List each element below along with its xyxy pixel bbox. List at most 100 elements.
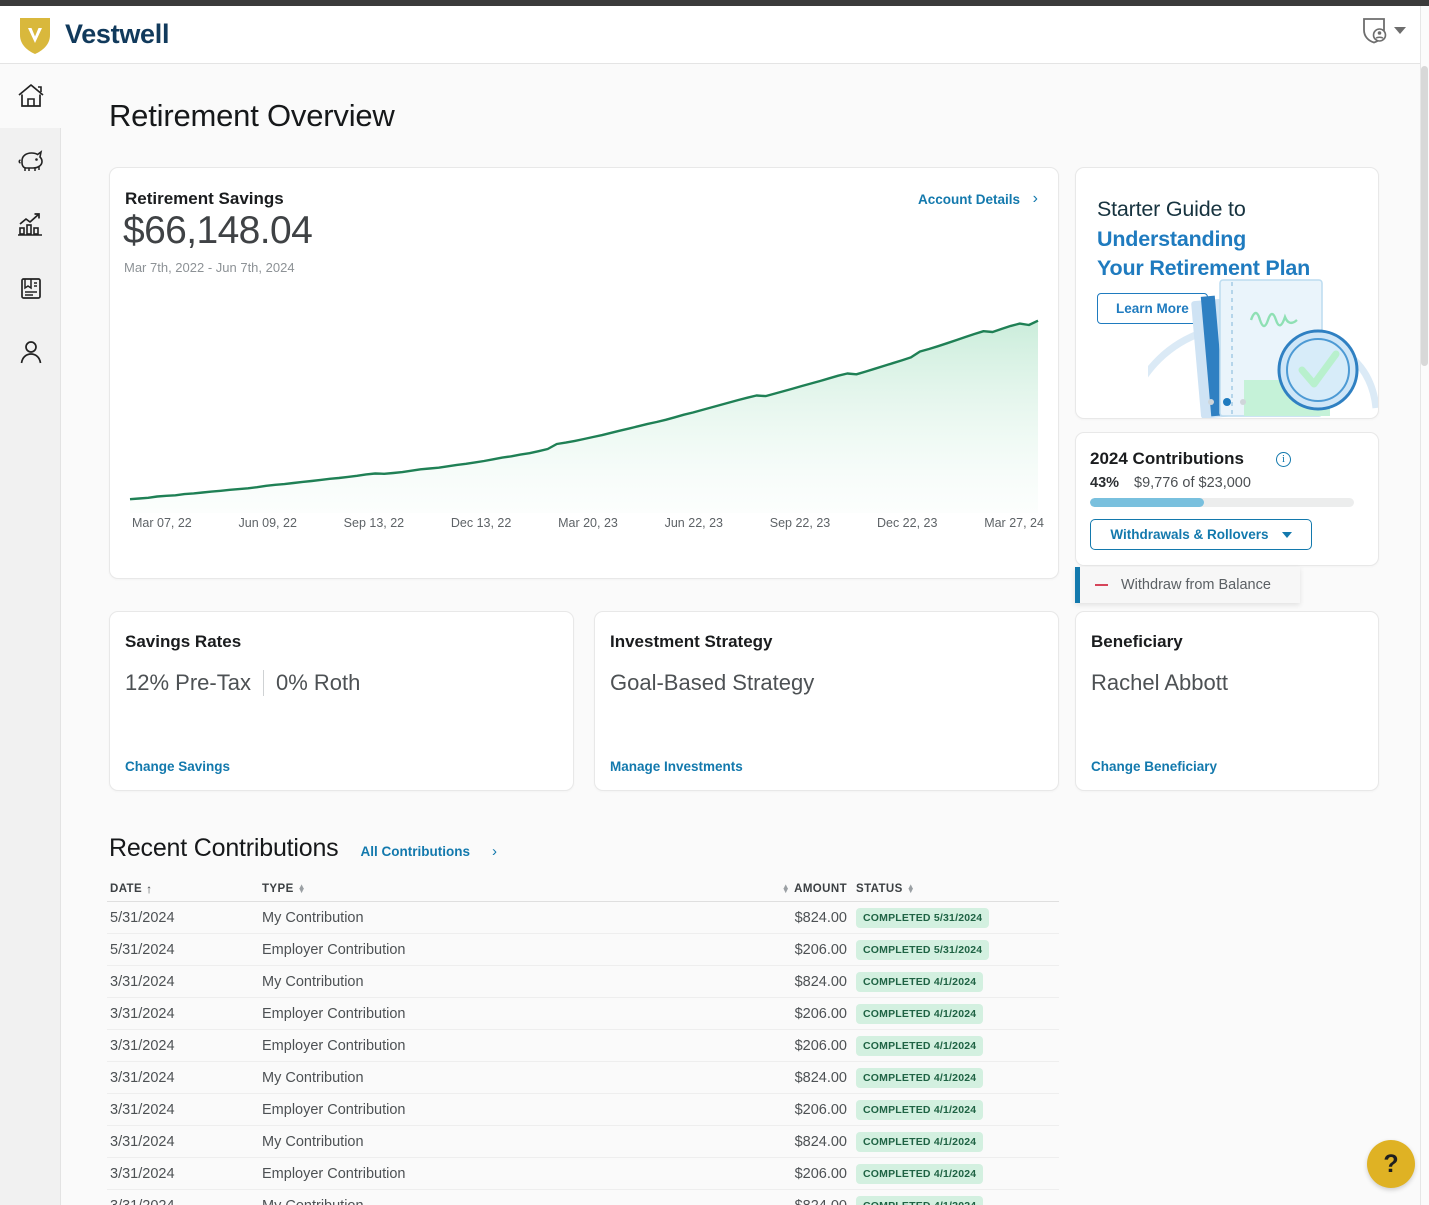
carousel-dot-active[interactable] xyxy=(1223,398,1231,406)
brand-logo[interactable]: Vestwell xyxy=(18,15,169,55)
promo-title-line1: Starter Guide to xyxy=(1097,197,1246,221)
sidebar-item-performance[interactable] xyxy=(0,192,61,256)
cell-type: My Contribution xyxy=(262,1133,364,1150)
card-title: Beneficiary xyxy=(1091,632,1183,651)
chevron-down-icon xyxy=(1281,531,1292,538)
status-badge: COMPLETED 4/1/2024 xyxy=(856,1035,984,1056)
document-news-icon xyxy=(16,273,46,303)
x-tick: Mar 27, 24 xyxy=(984,516,1044,530)
table-body: 5/31/2024 My Contribution $824.00 COMPLETED… xyxy=(107,902,1059,1205)
cell-date: 3/31/2024 xyxy=(110,1005,175,1022)
status-badge: COMPLETED 4/1/2024 xyxy=(856,1003,984,1024)
table-row[interactable]: 3/31/2024 Employer Contribution $206.00 COM… xyxy=(107,1094,1059,1126)
all-contributions-link[interactable]: All Contributions xyxy=(360,844,469,863)
cell-type: Employer Contribution xyxy=(262,1037,406,1054)
table-row[interactable]: 5/31/2024 Employer Contribution $206.00 COM… xyxy=(107,934,1059,966)
carousel-dot[interactable] xyxy=(1208,399,1214,405)
manage-investments-link[interactable]: Manage Investments xyxy=(610,759,743,774)
x-tick: Dec 22, 23 xyxy=(876,516,938,530)
withdrawals-rollovers-dropdown[interactable]: Withdrawals & Rollovers xyxy=(1090,519,1312,550)
column-header-type[interactable]: TYPE ▲ ▼ xyxy=(262,882,712,895)
cell-date: 3/31/2024 xyxy=(110,1165,175,1182)
column-header-amount[interactable]: ▲ ▼ AMOUNT xyxy=(712,881,847,895)
contribution-progress-label: $9,776 of $23,000 xyxy=(1134,475,1251,491)
shield-user-icon[interactable] xyxy=(1361,16,1387,44)
chart-growth-icon xyxy=(16,209,46,239)
scrollbar-thumb[interactable] xyxy=(1421,66,1428,366)
sidebar-item-home[interactable] xyxy=(0,64,61,128)
withdrawals-dropdown-menu: Withdraw from Balance xyxy=(1075,567,1300,603)
sidebar xyxy=(0,64,61,1205)
status-badge: COMPLETED 4/1/2024 xyxy=(856,1163,984,1184)
minus-icon xyxy=(1095,584,1108,586)
sort-arrows-icon: ▲ ▼ xyxy=(781,881,791,895)
table-row[interactable]: 5/31/2024 My Contribution $824.00 COMPLETED… xyxy=(107,902,1059,934)
promo-card[interactable]: Starter Guide to Understanding Your Reti… xyxy=(1075,167,1379,419)
cell-type: Employer Contribution xyxy=(262,1165,406,1182)
cell-type: Employer Contribution xyxy=(262,1101,406,1118)
document-checkmark-illustration-icon xyxy=(1124,258,1378,418)
card-title: Savings Rates xyxy=(125,632,242,651)
cell-status: COMPLETED 5/31/2024 xyxy=(847,907,1059,928)
table-row[interactable]: 3/31/2024My Contribution$824.00COMPLETED… xyxy=(107,1062,1059,1094)
chart-x-axis-labels: Mar 07, 22 Jun 09, 22 Sep 13, 22 Dec 13,… xyxy=(132,516,1044,530)
cell-status: COMPLETED 4/1/2024 xyxy=(847,971,1059,992)
sidebar-item-savings[interactable] xyxy=(0,128,61,192)
sidebar-item-profile[interactable] xyxy=(0,320,61,384)
column-label: AMOUNT xyxy=(794,882,847,895)
divider xyxy=(262,670,264,696)
cell-status: COMPLETED 4/1/2024 xyxy=(847,1003,1059,1024)
cell-type: My Contribution xyxy=(262,1198,712,1205)
chevron-right-icon[interactable]: › xyxy=(492,843,497,863)
carousel-dots[interactable] xyxy=(1208,398,1246,406)
chevron-right-icon[interactable]: › xyxy=(1033,190,1038,208)
help-button[interactable]: ? xyxy=(1367,1140,1415,1188)
account-details-link[interactable]: Account Details xyxy=(918,192,1020,207)
cell-date: 3/31/2024 xyxy=(110,1133,175,1150)
cell-status: COMPLETED 5/31/2024 xyxy=(847,939,1059,960)
change-savings-link[interactable]: Change Savings xyxy=(125,759,230,774)
cell-date: 3/31/2024 xyxy=(107,1198,262,1205)
change-beneficiary-link[interactable]: Change Beneficiary xyxy=(1091,759,1217,774)
contribution-percent: 43% xyxy=(1090,475,1120,491)
page-scrollbar[interactable] xyxy=(1420,6,1429,1205)
retirement-savings-card: Retirement Savings $66,148.04 Mar 7th, 2… xyxy=(109,167,1059,579)
table-row[interactable]: 3/31/2024My Contribution$824.00COMPLETED… xyxy=(107,1126,1059,1158)
menu-item-withdraw-from-balance[interactable]: Withdraw from Balance xyxy=(1121,577,1271,593)
x-tick: Sep 13, 22 xyxy=(343,516,405,530)
piggy-bank-icon xyxy=(16,145,46,175)
cell-date: 3/31/2024 xyxy=(110,973,175,990)
header-account-menu[interactable] xyxy=(1361,16,1406,44)
info-icon[interactable]: i xyxy=(1276,452,1291,467)
cell-status: COMPLETED 4/1/2024 xyxy=(847,1035,1059,1056)
x-tick: Sep 22, 23 xyxy=(769,516,831,530)
x-tick: Jun 22, 23 xyxy=(664,516,723,530)
status-badge: COMPLETED 4/1/2024 xyxy=(856,1195,984,1205)
column-label: STATUS xyxy=(856,882,903,895)
person-icon xyxy=(16,337,46,367)
table-row[interactable]: 3/31/2024My Contribution$824.00COMPLETED… xyxy=(107,966,1059,998)
chart-svg xyxy=(129,319,1039,513)
chevron-down-icon[interactable] xyxy=(1394,26,1406,34)
contributions-table: DATE ↑ TYPE ▲ ▼ ▲ ▼ AMOUNT STATUS ▲ ▼ 5/31/… xyxy=(107,876,1059,1205)
home-icon xyxy=(16,81,46,111)
brand-name: Vestwell xyxy=(65,19,170,49)
savings-date-range: Mar 7th, 2022 - Jun 7th, 2024 xyxy=(124,260,295,275)
table-row[interactable]: 3/31/2024My Contribution$824.00COMPLETED… xyxy=(107,1190,1059,1205)
table-row[interactable]: 3/31/2024 Employer Contribution $206.00 COM… xyxy=(107,1030,1059,1062)
cell-amount: $824.00 xyxy=(794,1069,847,1086)
sort-arrows-icon: ▲ ▼ xyxy=(906,881,916,895)
arrow-up-icon: ↑ xyxy=(146,881,153,896)
column-header-date[interactable]: DATE ↑ xyxy=(107,882,262,896)
x-tick: Mar 07, 22 xyxy=(132,516,192,530)
savings-rates-value: 12% Pre-Tax 0% Roth xyxy=(125,670,360,696)
table-row[interactable]: 3/31/2024 Employer Contribution $206.00 COM… xyxy=(107,1158,1059,1190)
contributions-card: 2024 Contributions i 43% $9,776 of $23,0… xyxy=(1075,432,1379,566)
column-header-status[interactable]: STATUS ▲ ▼ xyxy=(847,881,1059,895)
sidebar-item-documents[interactable] xyxy=(0,256,61,320)
cell-type: My Contribution xyxy=(262,1069,364,1086)
carousel-dot[interactable] xyxy=(1240,399,1246,405)
status-badge: COMPLETED 4/1/2024 xyxy=(856,1131,984,1152)
cell-amount: $206.00 xyxy=(794,1165,847,1182)
table-row[interactable]: 3/31/2024 Employer Contribution $206.00 COM… xyxy=(107,998,1059,1030)
